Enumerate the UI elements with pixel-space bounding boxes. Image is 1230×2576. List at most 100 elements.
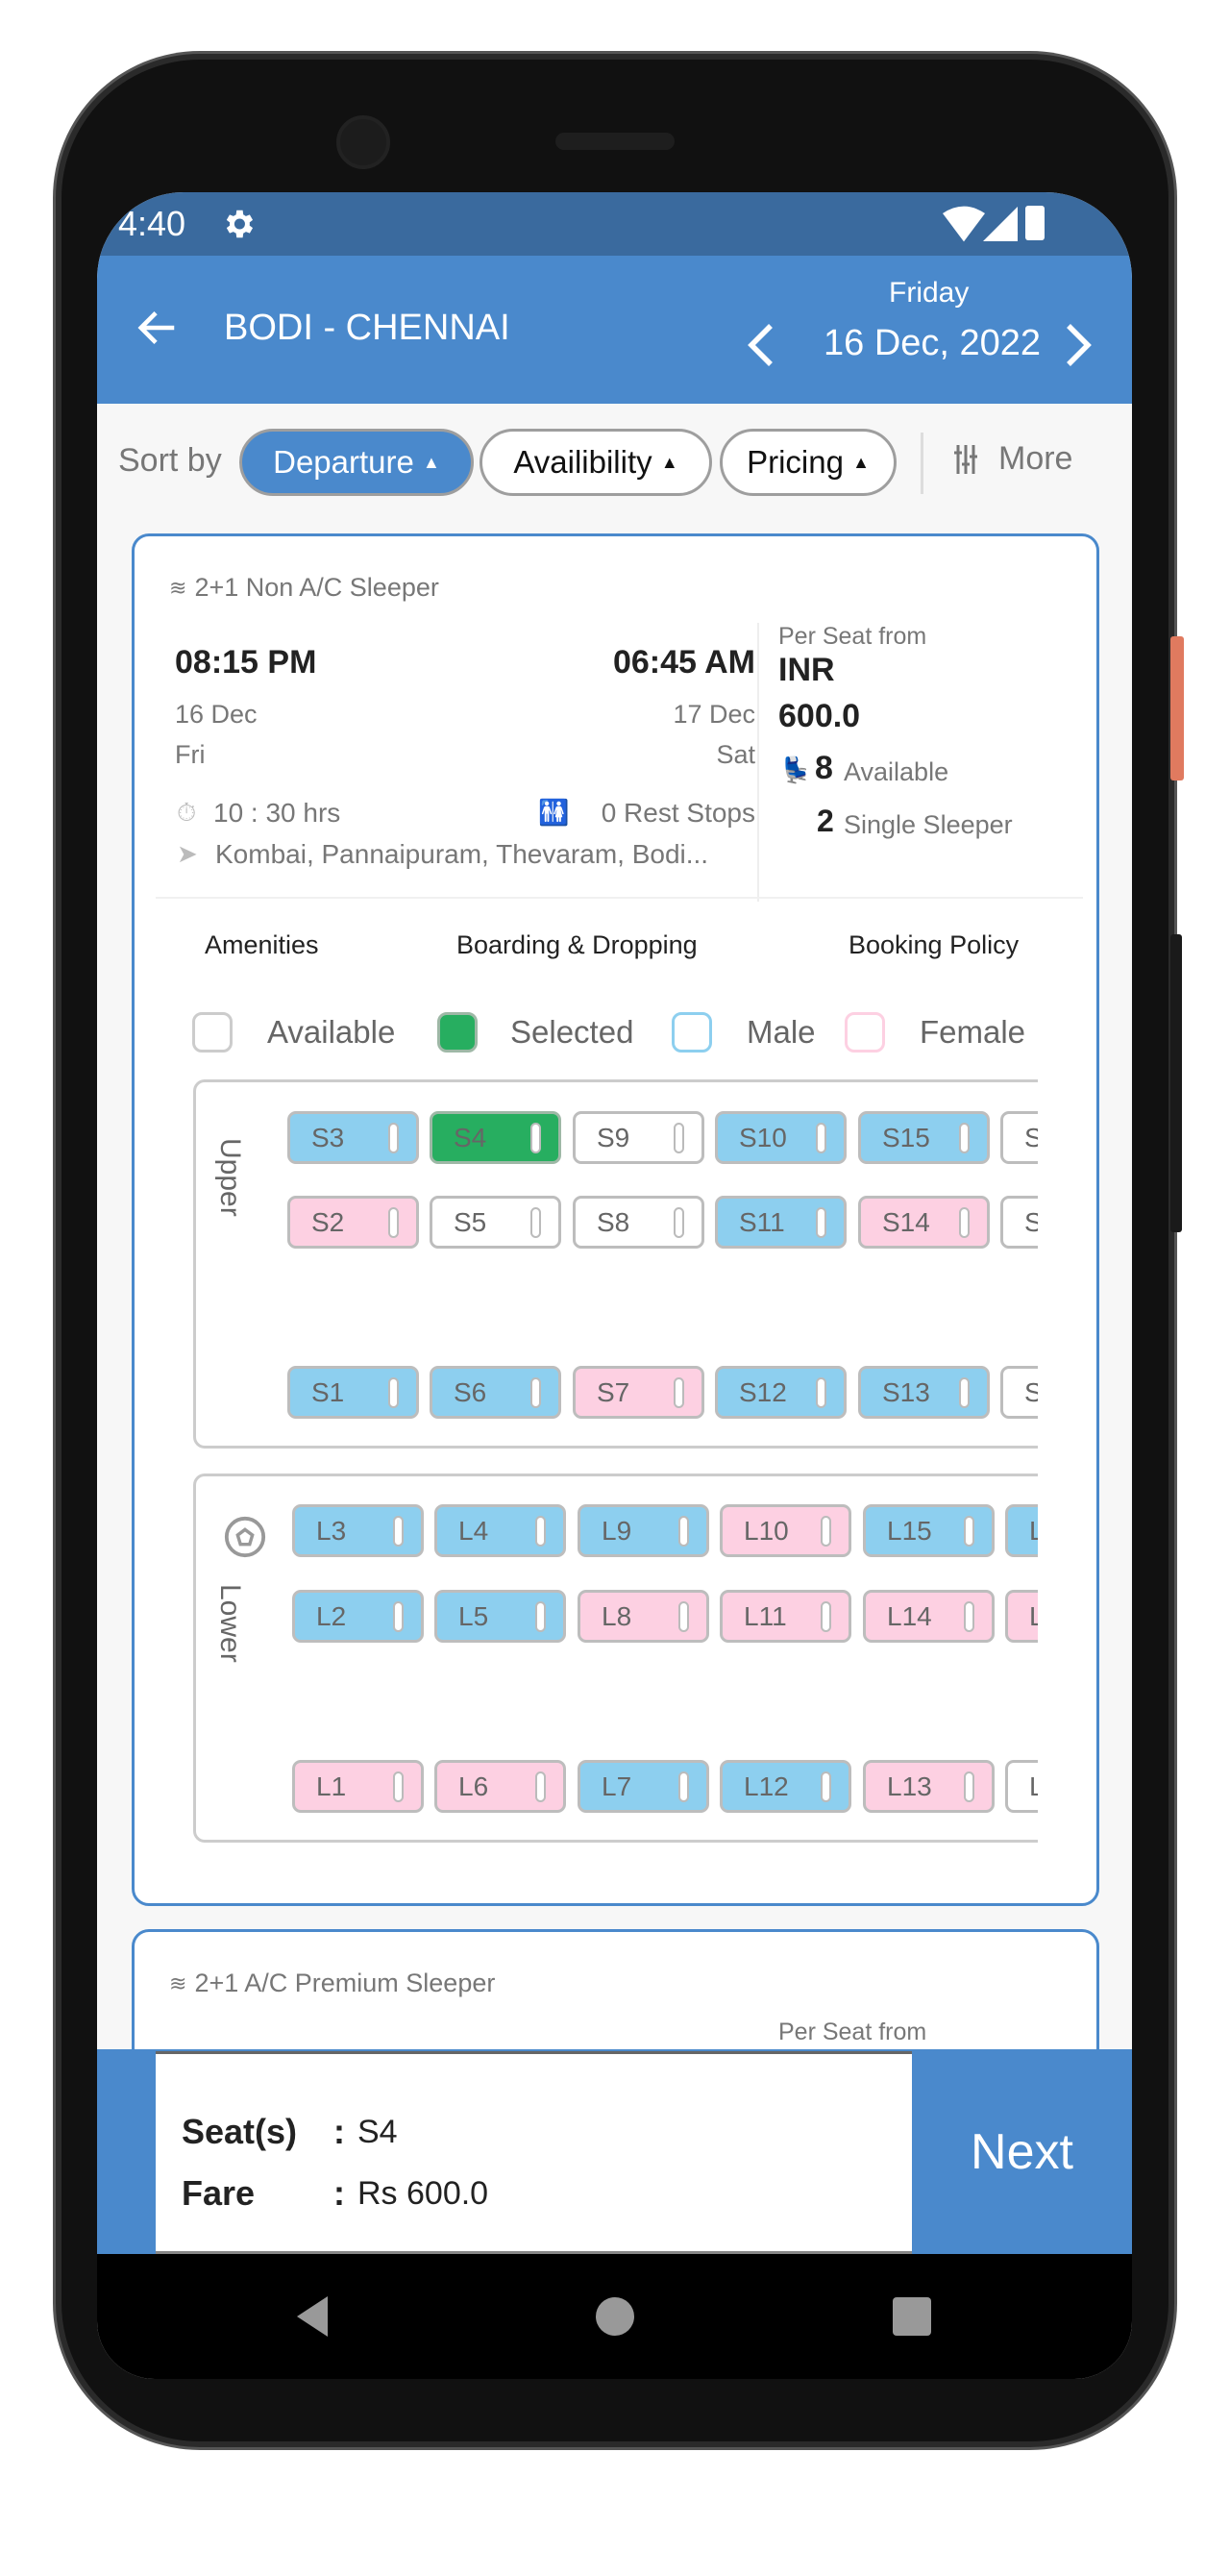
single-label: Single Sleeper	[844, 810, 1013, 839]
status-time: 4:40	[118, 204, 186, 243]
seat-l15[interactable]: L15	[863, 1504, 995, 1557]
seat-label: L	[1029, 1601, 1038, 1631]
arrow-left-icon[interactable]	[135, 306, 180, 350]
sort-availability-chip[interactable]: Availibility ▲	[480, 429, 712, 496]
nav-home-icon[interactable]	[596, 2297, 634, 2336]
seat-s11[interactable]: S11	[715, 1196, 847, 1249]
chevron-right-icon[interactable]	[1064, 321, 1093, 369]
seat-s15[interactable]: S15	[858, 1111, 990, 1164]
upper-deck: Upper S3 S4 S9 S10 S15 S S2 S5 S8 S11 S14 S S1 S6 S7 S1…	[193, 1079, 1038, 1449]
seat-s10[interactable]: S10	[715, 1111, 847, 1164]
pillow-icon	[959, 1123, 970, 1153]
seat-s2[interactable]: S2	[287, 1196, 419, 1249]
pillow-icon	[964, 1601, 974, 1632]
seat-s8[interactable]: S8	[573, 1196, 704, 1249]
pillow-icon	[388, 1377, 399, 1408]
sort-arrow-icon: ▲	[660, 452, 678, 472]
tab-amenities[interactable]: Amenities	[205, 930, 319, 960]
pillow-icon	[535, 1601, 546, 1632]
seat-s12[interactable]: S12	[715, 1366, 847, 1419]
seat-s[interactable]: S	[1000, 1196, 1038, 1249]
seat-s[interactable]: S	[1000, 1111, 1038, 1164]
seat-s3[interactable]: S3	[287, 1111, 419, 1164]
seat-l[interactable]: L	[1005, 1760, 1038, 1813]
legend-selected: Selected	[510, 1014, 634, 1050]
seat-s[interactable]: S	[1000, 1366, 1038, 1419]
sort-by-label: Sort by	[118, 442, 222, 479]
nav-recents-icon[interactable]	[893, 2297, 931, 2336]
single-count: 2	[817, 804, 834, 838]
seat-label: L13	[887, 1771, 932, 1801]
seat-l[interactable]: L	[1005, 1590, 1038, 1643]
seat-s9[interactable]: S9	[573, 1111, 704, 1164]
duration: 10 : 30 hrs	[213, 798, 341, 828]
seat-l9[interactable]: L9	[578, 1504, 709, 1557]
seat-label: L	[1029, 1516, 1038, 1546]
seat-label: L4	[458, 1516, 489, 1546]
seat-s14[interactable]: S14	[858, 1196, 990, 1249]
seat-label: S8	[597, 1207, 630, 1237]
arrival-date: 17 Dec	[673, 700, 755, 729]
sort-departure-chip[interactable]: Departure ▲	[239, 429, 474, 496]
seat-l12[interactable]: L12	[720, 1760, 851, 1813]
legend-female-swatch	[845, 1012, 885, 1053]
tab-boarding-dropping[interactable]: Boarding & Dropping	[456, 930, 698, 960]
pillow-icon	[959, 1207, 970, 1238]
seat-label: S1	[311, 1377, 345, 1407]
price-label: Per Seat from	[778, 2019, 927, 2045]
divider	[156, 897, 1083, 899]
tab-booking-policy[interactable]: Booking Policy	[849, 930, 1019, 960]
pillow-icon	[530, 1207, 541, 1238]
seat-l1[interactable]: L1	[292, 1760, 424, 1813]
pillow-icon	[388, 1123, 399, 1153]
location-arrow-icon: ➤	[177, 839, 198, 868]
seat-l5[interactable]: L5	[434, 1590, 566, 1643]
rest-stops: 0 Rest Stops	[601, 798, 755, 828]
pillow-icon	[821, 1516, 831, 1547]
more-label: More	[998, 440, 1073, 477]
seat-label: L14	[887, 1601, 932, 1631]
next-button[interactable]: Next	[912, 2049, 1132, 2254]
seat-label: S11	[739, 1207, 785, 1237]
seat-label: S7	[597, 1377, 630, 1407]
seat-s13[interactable]: S13	[858, 1366, 990, 1419]
seat-label: S2	[311, 1207, 345, 1237]
legend-available: Available	[267, 1014, 396, 1050]
available-label: Available	[844, 757, 949, 786]
power-button	[1170, 636, 1184, 780]
chevron-left-icon[interactable]	[747, 321, 775, 369]
fare-value: Rs 600.0	[357, 2175, 489, 2212]
seat-l4[interactable]: L4	[434, 1504, 566, 1557]
seat-l11[interactable]: L11	[720, 1590, 851, 1643]
wifi-icon	[943, 206, 985, 242]
fare-label: Fare	[182, 2173, 256, 2213]
pillow-icon	[964, 1771, 974, 1802]
currency: INR	[778, 652, 835, 688]
seat-l6[interactable]: L6	[434, 1760, 566, 1813]
seat-s7[interactable]: S7	[573, 1366, 704, 1419]
seat-l13[interactable]: L13	[863, 1760, 995, 1813]
more-filters-button[interactable]: More	[952, 440, 1072, 478]
seat-l[interactable]: L	[1005, 1504, 1038, 1557]
nav-back-icon[interactable]	[293, 2294, 332, 2339]
seat-s1[interactable]: S1	[287, 1366, 419, 1419]
seat-s6[interactable]: S6	[430, 1366, 561, 1419]
seat-l2[interactable]: L2	[292, 1590, 424, 1643]
seat-icon: 💺	[780, 755, 812, 784]
seat-label: S14	[882, 1207, 930, 1237]
departure-time: 08:15 PM	[175, 644, 317, 681]
seat-l8[interactable]: L8	[578, 1590, 709, 1643]
seat-s5[interactable]: S5	[430, 1196, 561, 1249]
next-label: Next	[971, 2123, 1073, 2180]
sort-pricing-chip[interactable]: Pricing ▲	[720, 429, 897, 496]
seat-l14[interactable]: L14	[863, 1590, 995, 1643]
pillow-icon	[816, 1123, 826, 1153]
seat-l3[interactable]: L3	[292, 1504, 424, 1557]
departure-date: 16 Dec	[175, 700, 258, 729]
seat-s4[interactable]: S4	[430, 1111, 561, 1164]
seat-l7[interactable]: L7	[578, 1760, 709, 1813]
seat-label: S6	[454, 1377, 487, 1407]
signal-icon	[983, 207, 1018, 241]
pillow-icon	[388, 1207, 399, 1238]
seat-l10[interactable]: L10	[720, 1504, 851, 1557]
